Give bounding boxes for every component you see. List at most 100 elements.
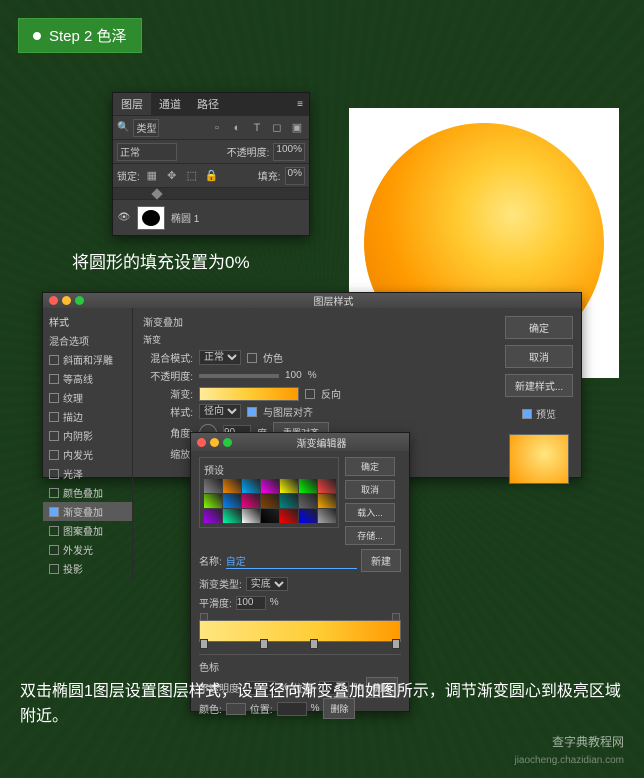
load-button[interactable]: 载入... <box>345 503 395 522</box>
minimize-icon[interactable] <box>210 438 219 447</box>
dither-checkbox[interactable] <box>247 353 257 363</box>
preset-swatch[interactable] <box>318 479 336 493</box>
blend-mode-select[interactable]: 正常 <box>117 143 177 161</box>
color-stop[interactable] <box>310 639 318 649</box>
effect-checkbox[interactable] <box>49 469 59 479</box>
effect-item[interactable]: 渐变叠加 <box>43 502 132 521</box>
dialog-titlebar[interactable]: 渐变编辑器 <box>191 433 409 451</box>
effect-checkbox[interactable] <box>49 488 59 498</box>
effect-item[interactable]: 投影 <box>43 559 132 578</box>
effect-item[interactable]: 纹理 <box>43 388 132 407</box>
opacity-slider[interactable] <box>199 374 279 378</box>
effect-item[interactable]: 内发光 <box>43 445 132 464</box>
opacity-value[interactable]: 100 <box>285 370 302 381</box>
layer-name[interactable]: 椭圆 1 <box>171 210 199 225</box>
preset-swatch[interactable] <box>261 509 279 523</box>
lock-pixels-icon[interactable]: ▦ <box>144 168 160 184</box>
layer-thumbnail[interactable] <box>137 206 165 230</box>
effect-checkbox[interactable] <box>49 507 59 517</box>
preset-swatch[interactable] <box>223 509 241 523</box>
effect-checkbox[interactable] <box>49 355 59 365</box>
color-stop[interactable] <box>260 639 268 649</box>
effect-checkbox[interactable] <box>49 450 59 460</box>
preset-swatch[interactable] <box>261 479 279 493</box>
layer-row[interactable]: 👁 椭圆 1 <box>113 199 309 235</box>
lock-all-icon[interactable]: 🔒 <box>204 168 220 184</box>
effect-checkbox[interactable] <box>49 374 59 384</box>
zoom-icon[interactable] <box>75 296 84 305</box>
color-stop[interactable] <box>200 639 208 649</box>
preset-swatch[interactable] <box>242 494 260 508</box>
visibility-icon[interactable]: 👁 <box>117 212 131 223</box>
ok-button[interactable]: 确定 <box>345 457 395 476</box>
preset-swatch[interactable] <box>242 479 260 493</box>
preset-swatch[interactable] <box>242 509 260 523</box>
type-select[interactable]: 实底 <box>246 577 288 591</box>
cancel-button[interactable]: 取消 <box>345 480 395 499</box>
effect-item[interactable]: 光泽 <box>43 464 132 483</box>
lock-artboard-icon[interactable]: ⬚ <box>184 168 200 184</box>
preset-swatch[interactable] <box>280 479 298 493</box>
dialog-titlebar[interactable]: 图层样式 <box>43 293 581 308</box>
effect-checkbox[interactable] <box>49 564 59 574</box>
opacity-stop[interactable] <box>200 613 208 621</box>
name-input[interactable]: 自定 <box>226 553 357 569</box>
blend-mode-select[interactable]: 正常 <box>199 350 241 365</box>
gradient-picker[interactable] <box>199 387 299 401</box>
close-icon[interactable] <box>49 296 58 305</box>
effect-checkbox[interactable] <box>49 545 59 555</box>
effect-item[interactable]: 外发光 <box>43 540 132 559</box>
fill-value[interactable]: 0% <box>285 167 305 185</box>
preset-swatch[interactable] <box>261 494 279 508</box>
effect-item[interactable]: 颜色叠加 <box>43 483 132 502</box>
lock-position-icon[interactable]: ✥ <box>164 168 180 184</box>
preset-swatch[interactable] <box>318 509 336 523</box>
filter-pixel-icon[interactable]: ▫ <box>209 120 225 136</box>
reverse-checkbox[interactable] <box>305 389 315 399</box>
preset-swatch[interactable] <box>204 509 222 523</box>
preset-swatch[interactable] <box>299 509 317 523</box>
preset-swatch[interactable] <box>204 479 222 493</box>
tab-paths[interactable]: 路径 <box>189 93 227 115</box>
opacity-stop[interactable] <box>392 613 400 621</box>
preset-swatch[interactable] <box>280 494 298 508</box>
panel-menu-icon[interactable]: ≡ <box>291 99 309 110</box>
cancel-button[interactable]: 取消 <box>505 345 573 368</box>
preset-swatch[interactable] <box>318 494 336 508</box>
minimize-icon[interactable] <box>62 296 71 305</box>
effect-item[interactable]: 图案叠加 <box>43 521 132 540</box>
effect-item[interactable]: 描边 <box>43 407 132 426</box>
tab-layers[interactable]: 图层 <box>113 93 151 115</box>
effect-item[interactable]: 斜面和浮雕 <box>43 350 132 369</box>
new-style-button[interactable]: 新建样式... <box>505 374 573 397</box>
preview-checkbox[interactable] <box>522 409 532 419</box>
tab-channels[interactable]: 通道 <box>151 93 189 115</box>
kind-filter[interactable]: 类型 <box>133 119 159 137</box>
preset-swatch[interactable] <box>299 479 317 493</box>
filter-type-icon[interactable]: T <box>249 120 265 136</box>
new-button[interactable]: 新建 <box>361 549 401 572</box>
preset-swatch[interactable] <box>299 494 317 508</box>
color-stop[interactable] <box>392 639 400 649</box>
preset-swatch[interactable] <box>280 509 298 523</box>
preset-swatch[interactable] <box>204 494 222 508</box>
effect-item[interactable]: 内阴影 <box>43 426 132 445</box>
effect-checkbox[interactable] <box>49 412 59 422</box>
ok-button[interactable]: 确定 <box>505 316 573 339</box>
save-button[interactable]: 存储... <box>345 526 395 545</box>
effect-checkbox[interactable] <box>49 526 59 536</box>
style-select[interactable]: 径向 <box>199 404 241 419</box>
fill-slider[interactable] <box>113 187 309 199</box>
smooth-input[interactable] <box>236 596 266 610</box>
preset-swatch[interactable] <box>223 494 241 508</box>
effect-checkbox[interactable] <box>49 393 59 403</box>
blend-options-item[interactable]: 混合选项 <box>43 331 132 350</box>
filter-smart-icon[interactable]: ▣ <box>289 120 305 136</box>
close-icon[interactable] <box>197 438 206 447</box>
align-checkbox[interactable] <box>247 407 257 417</box>
zoom-icon[interactable] <box>223 438 232 447</box>
filter-shape-icon[interactable]: ◻ <box>269 120 285 136</box>
preset-swatch[interactable] <box>223 479 241 493</box>
gradient-ramp[interactable] <box>199 620 401 642</box>
effect-item[interactable]: 等高线 <box>43 369 132 388</box>
